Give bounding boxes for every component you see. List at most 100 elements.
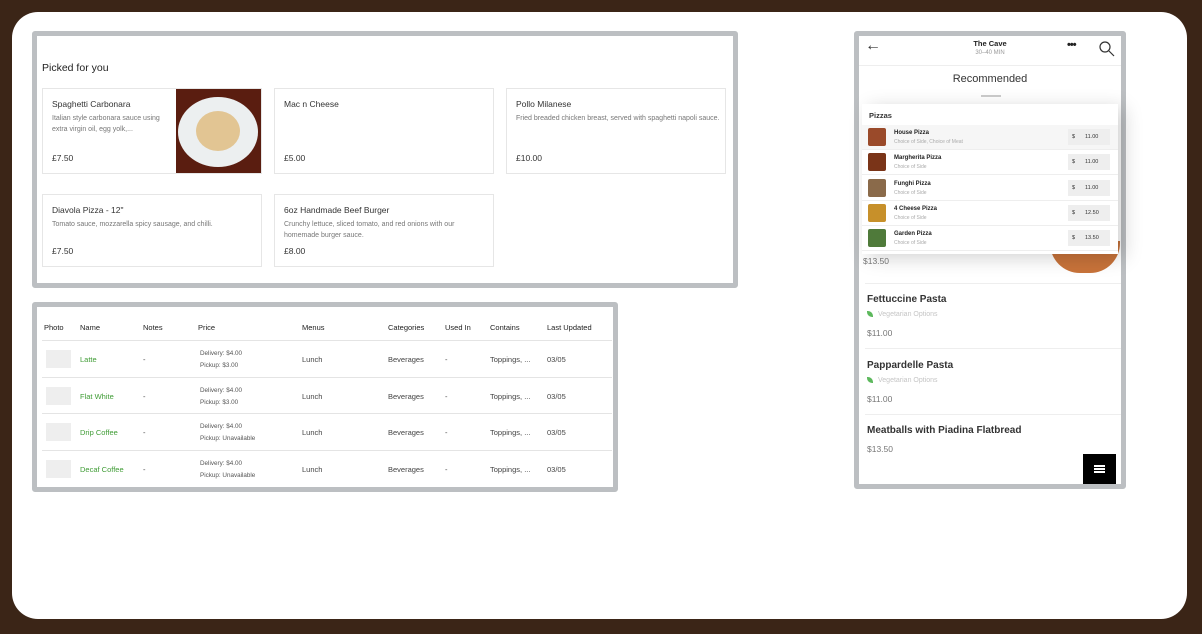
table-row[interactable]: Drip Coffee - Delivery: $4.00 Pickup: Una… xyxy=(42,413,612,450)
popup-heading: Pizzas xyxy=(869,111,892,120)
card-name: Pollo Milanese xyxy=(516,99,572,109)
pizza-row[interactable]: Garden Pizza Choice of Side $13.50 xyxy=(862,226,1118,252)
item-name-link[interactable]: Latte xyxy=(80,355,97,364)
price-cell: Delivery: $4.00 Pickup: Unavailable xyxy=(200,421,255,445)
price-cell: Delivery: $4.00 Pickup: $3.00 xyxy=(200,348,242,372)
menu-item-name[interactable]: Pappardelle Pasta xyxy=(867,360,953,371)
pizza-image xyxy=(868,178,886,197)
more-icon[interactable]: ••• xyxy=(1067,39,1077,51)
section-heading: Recommended xyxy=(952,73,1028,85)
menu-item-name[interactable]: Fettuccine Pasta xyxy=(867,294,946,305)
table-row[interactable]: Latte - Delivery: $4.00 Pickup: $3.00 Lun… xyxy=(42,340,612,377)
menus-cell: Lunch xyxy=(302,391,323,401)
photo-placeholder xyxy=(46,386,71,405)
updated-cell: 03/05 xyxy=(547,464,566,474)
col-photo[interactable]: Photo xyxy=(44,323,64,332)
menu-button[interactable] xyxy=(1083,454,1116,484)
pickup-price: Pickup: $3.00 xyxy=(200,362,239,369)
card-price: £7.50 xyxy=(52,246,74,256)
delivery-price: Delivery: $4.00 xyxy=(200,423,242,430)
card-name: 6oz Handmade Beef Burger xyxy=(284,205,390,215)
vegetarian-tag: Vegetarian Options xyxy=(867,311,938,318)
table-row[interactable]: Decaf Coffee - Delivery: $4.00 Pickup: Un… xyxy=(42,449,612,487)
pickup-price: Pickup: $3.00 xyxy=(200,398,239,406)
vegetarian-tag: Vegetarian Options xyxy=(867,377,938,384)
used-in-cell: - xyxy=(445,355,448,364)
card-desc: Tomato sauce, mozzarella spicy sausage, … xyxy=(52,221,213,228)
pizzas-popup: Pizzas House Pizza Choice of Side, Choic… xyxy=(862,104,1118,254)
menus-cell: Lunch xyxy=(302,464,323,474)
contains-cell: Toppings, ... xyxy=(490,428,531,437)
leaf-icon xyxy=(867,377,873,383)
pizza-name: 4 Cheese Pizza xyxy=(894,205,938,212)
categories-cell: Beverages xyxy=(388,464,424,474)
contains-cell: Toppings, ... xyxy=(490,464,531,474)
notes-cell: - xyxy=(143,391,146,401)
pizza-row[interactable]: Funghi Pizza Choice of Side $11.00 xyxy=(862,176,1118,201)
notes-cell: - xyxy=(143,355,146,364)
notes-cell: - xyxy=(143,464,146,474)
menus-cell: Lunch xyxy=(302,428,323,437)
pizza-row[interactable]: Margherita Pizza Choice of Side $11.00 xyxy=(862,150,1118,176)
col-menus[interactable]: Menus xyxy=(302,323,325,332)
leaf-icon xyxy=(867,311,873,317)
item-name-link[interactable]: Decaf Coffee xyxy=(80,465,124,474)
used-in-cell: - xyxy=(445,391,448,401)
notes-cell: - xyxy=(143,428,146,437)
pizza-name: Funghi Pizza xyxy=(894,180,931,187)
photo-placeholder xyxy=(46,350,71,368)
menu-item-price: $11.00 xyxy=(867,328,893,338)
price-field[interactable]: $11.00 xyxy=(1068,129,1110,145)
menu-card[interactable]: 6oz Handmade Beef Burger Crunchy lettuce… xyxy=(274,194,494,267)
items-table: Photo Name Notes Price Menus Categories … xyxy=(32,302,618,492)
pizza-row[interactable]: 4 Cheese Pizza Choice of Side $12.50 xyxy=(862,201,1118,226)
menu-card[interactable]: Mac n Cheese £5.00 xyxy=(274,88,494,174)
card-name: Spaghetti Carbonara xyxy=(52,99,131,109)
col-price[interactable]: Price xyxy=(198,323,215,332)
updated-cell: 03/05 xyxy=(547,391,566,401)
table-row[interactable]: Flat White - Delivery: $4.00 Pickup: $3.0… xyxy=(42,376,612,414)
card-name: Mac n Cheese xyxy=(284,99,339,109)
col-contains[interactable]: Contains xyxy=(490,323,520,332)
col-last-updated[interactable]: Last Updated xyxy=(547,323,592,332)
drag-handle[interactable] xyxy=(981,95,1001,97)
photo-placeholder xyxy=(46,459,71,478)
col-categories[interactable]: Categories xyxy=(388,323,424,332)
menu-item-price: $11.00 xyxy=(867,394,893,404)
contains-cell: Toppings, ... xyxy=(490,391,531,401)
pizza-name: Garden Pizza xyxy=(894,231,932,238)
categories-cell: Beverages xyxy=(388,355,424,364)
price-field[interactable]: $11.00 xyxy=(1068,179,1110,196)
pizza-options: Choice of Side, Choice of Meat xyxy=(894,139,963,145)
contains-cell: Toppings, ... xyxy=(490,355,531,364)
menu-card[interactable]: Diavola Pizza - 12" Tomato sauce, mozzar… xyxy=(42,194,262,267)
pizza-name: House Pizza xyxy=(894,130,930,136)
pizza-image xyxy=(868,128,886,146)
pickup-price: Pickup: Unavailable xyxy=(200,471,256,479)
card-desc: Italian style carbonara sauce using extr… xyxy=(52,115,160,133)
menu-item-name[interactable]: Meatballs with Piadina Flatbread xyxy=(867,425,1021,436)
menu-card[interactable]: Spaghetti Carbonara Italian style carbon… xyxy=(42,88,262,174)
item-name-link[interactable]: Flat White xyxy=(80,392,114,401)
pizza-row[interactable]: House Pizza Choice of Side, Choice of Me… xyxy=(862,125,1118,150)
pizza-image xyxy=(868,203,886,222)
categories-cell: Beverages xyxy=(388,391,424,401)
col-notes[interactable]: Notes xyxy=(143,323,163,332)
price-field[interactable]: $12.50 xyxy=(1068,204,1110,221)
price-field[interactable]: $11.00 xyxy=(1068,154,1110,171)
pizza-image xyxy=(868,153,886,172)
menu-card[interactable]: Pollo Milanese Fried breaded chicken bre… xyxy=(506,88,726,174)
card-desc: Crunchy lettuce, sliced tomato, and red … xyxy=(284,221,455,239)
item-name-link[interactable]: Drip Coffee xyxy=(80,428,118,437)
pizza-options: Choice of Side xyxy=(894,189,927,196)
search-icon[interactable] xyxy=(1099,41,1115,57)
used-in-cell: - xyxy=(445,464,448,474)
col-name[interactable]: Name xyxy=(80,323,100,332)
price-field[interactable]: $13.50 xyxy=(1068,230,1110,247)
delivery-price: Delivery: $4.00 xyxy=(200,386,242,394)
price-cell: Delivery: $4.00 Pickup: $3.00 xyxy=(200,385,242,409)
dish-image xyxy=(176,89,261,173)
card-price: £5.00 xyxy=(284,153,306,163)
col-used-in[interactable]: Used In xyxy=(445,323,471,332)
card-name: Diavola Pizza - 12" xyxy=(52,205,124,215)
